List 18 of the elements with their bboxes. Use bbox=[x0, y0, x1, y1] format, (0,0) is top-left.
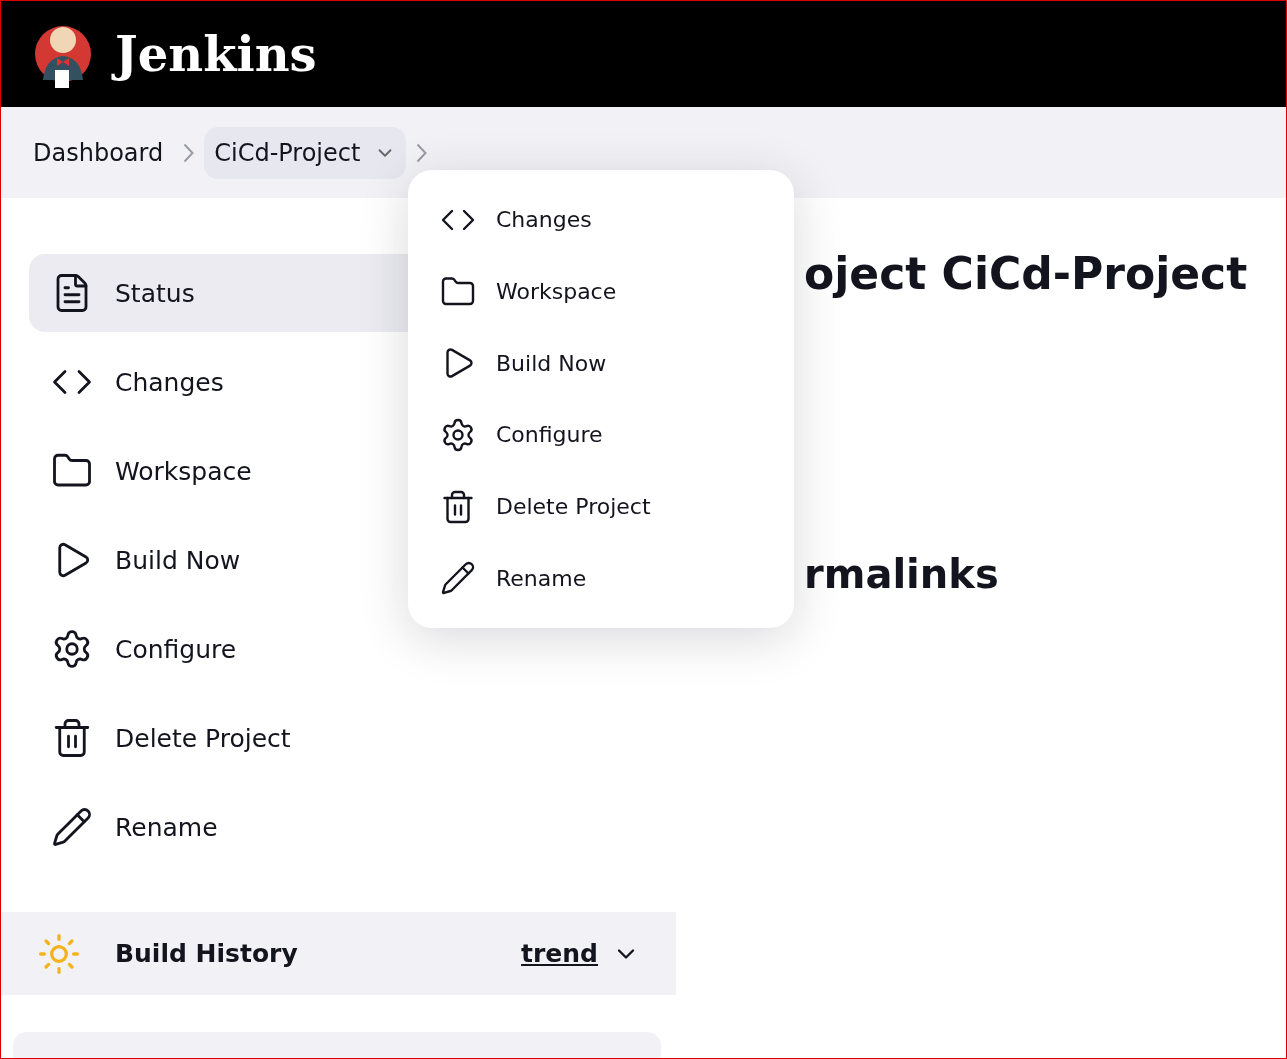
sun-icon bbox=[37, 931, 81, 976]
pencil-icon bbox=[51, 806, 93, 848]
sidebar-item[interactable]: Delete Project bbox=[29, 699, 648, 777]
section-title: rmalinks bbox=[804, 551, 1000, 597]
breadcrumb-dropdown[interactable]: CiCd-Project bbox=[204, 126, 407, 179]
settings-icon bbox=[440, 416, 476, 453]
trash-icon bbox=[440, 488, 476, 525]
build-history-title: Build History bbox=[115, 939, 299, 968]
trend-link[interactable]: trend bbox=[521, 939, 640, 968]
breadcrumb-link[interactable]: Dashboard bbox=[23, 126, 174, 179]
menu-item[interactable]: Delete Project bbox=[408, 470, 794, 543]
chevron-right-icon bbox=[183, 142, 195, 163]
pencil-icon bbox=[440, 560, 476, 597]
chevron-right-icon bbox=[416, 142, 428, 163]
page-title: oject CiCd-Project bbox=[804, 248, 1249, 299]
sidebar-item[interactable]: Rename bbox=[29, 788, 648, 866]
menu-item[interactable]: Configure bbox=[408, 399, 794, 471]
menu-item[interactable]: Changes bbox=[408, 184, 794, 256]
